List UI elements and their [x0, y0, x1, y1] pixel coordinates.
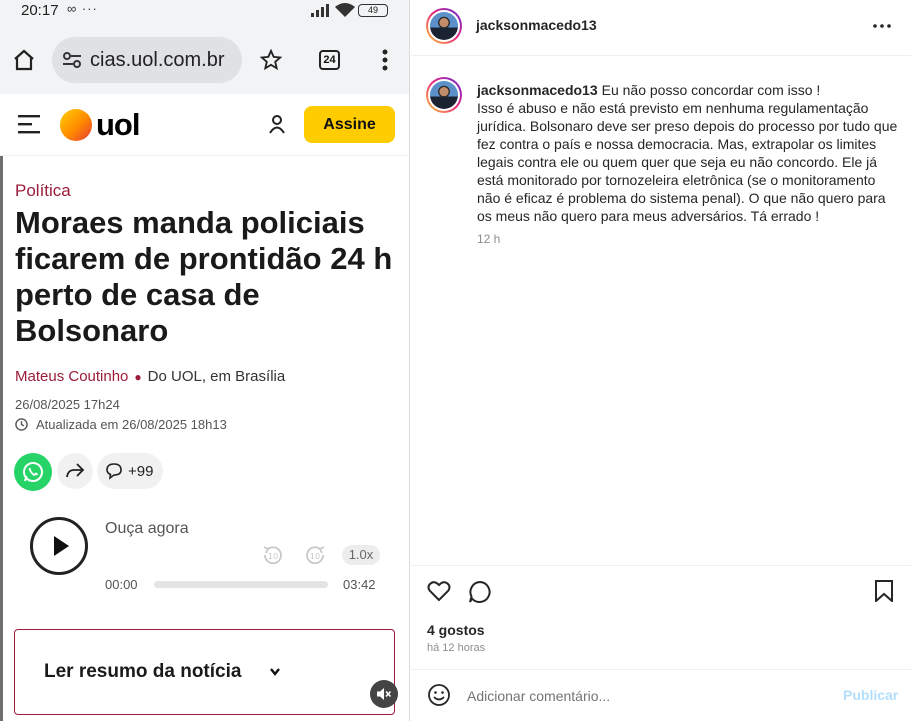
- article-source: Do UOL, em Brasília: [147, 368, 286, 385]
- audio-current-time: 00:00: [105, 577, 138, 592]
- uol-logo-text: uol: [96, 107, 140, 142]
- playback-speed-button[interactable]: 1.0x: [342, 545, 380, 565]
- rewind-10-icon[interactable]: 10: [262, 544, 284, 566]
- subscribe-button[interactable]: Assine: [304, 106, 395, 143]
- summary-expander[interactable]: Ler resumo da notícia: [14, 629, 395, 715]
- comment-avatar[interactable]: [426, 77, 462, 113]
- more-options-icon[interactable]: [873, 24, 891, 28]
- browser-menu-icon[interactable]: [376, 48, 394, 72]
- menu-icon[interactable]: [18, 114, 40, 134]
- signal-icon: [311, 4, 329, 17]
- forward-10-icon[interactable]: 10: [304, 544, 326, 566]
- article-author[interactable]: Mateus Coutinho: [15, 368, 128, 385]
- instagram-post-panel: jacksonmacedo13 jacksonmacedo13 Eu não po…: [411, 0, 911, 721]
- home-icon[interactable]: [12, 48, 36, 72]
- share-button[interactable]: [57, 453, 93, 489]
- audio-label: Ouça agora: [105, 520, 189, 537]
- comment-text: Eu não posso concordar com isso ! Isso é…: [477, 82, 898, 224]
- avatar-photo: [430, 12, 458, 40]
- article-category[interactable]: Política: [15, 181, 71, 201]
- chevron-down-icon: [270, 668, 280, 676]
- tab-switcher-button[interactable]: 24: [319, 50, 340, 70]
- user-icon[interactable]: [268, 114, 286, 134]
- muted-speaker-icon: [377, 688, 392, 700]
- whatsapp-share-button[interactable]: [14, 453, 52, 491]
- article-updated: Atualizada em 26/08/2025 18h13: [15, 417, 227, 432]
- audio-progress-bar[interactable]: [154, 581, 328, 588]
- article-headline: Moraes manda policiais ficarem de pronti…: [15, 205, 393, 348]
- clock-icon: [15, 418, 28, 431]
- comment-username[interactable]: jacksonmacedo13: [477, 82, 598, 98]
- play-icon: [54, 536, 69, 556]
- status-bar: 20:17 ∞ ··· 49: [0, 0, 409, 22]
- article-updated-text: Atualizada em 26/08/2025 18h13: [36, 417, 227, 432]
- post-actions: 4 gostos há 12 horas: [411, 565, 911, 669]
- article-published-date: 26/08/2025 17h24: [15, 397, 120, 412]
- post-header: jacksonmacedo13: [411, 0, 911, 56]
- status-time: 20:17: [21, 2, 59, 19]
- article-byline: Mateus Coutinho ● Do UOL, em Brasília: [15, 368, 285, 385]
- comment-count: +99: [128, 462, 154, 480]
- battery-icon: 49: [358, 4, 388, 17]
- bookmark-icon[interactable]: [874, 580, 894, 602]
- browser-toolbar: cias.uol.com.br 24: [0, 22, 409, 94]
- uol-logo[interactable]: uol: [60, 107, 140, 143]
- site-settings-icon[interactable]: [62, 51, 82, 69]
- emoji-icon[interactable]: [427, 683, 451, 707]
- audio-duration: 03:42: [343, 577, 376, 592]
- byline-separator: ●: [134, 370, 142, 384]
- site-header: uol Assine: [0, 94, 409, 156]
- comments-button[interactable]: +99: [97, 453, 163, 489]
- summary-label: Ler resumo da notícia: [44, 661, 242, 682]
- likes-count[interactable]: 4 gostos: [427, 622, 485, 638]
- like-heart-icon[interactable]: [427, 580, 451, 602]
- post-timestamp: há 12 horas: [427, 642, 486, 654]
- publish-button[interactable]: Publicar: [843, 687, 898, 703]
- bookmark-star-icon[interactable]: [260, 49, 282, 71]
- comment-input[interactable]: [467, 684, 827, 708]
- uol-logo-mark: [60, 109, 92, 141]
- comment-time: 12 h: [477, 232, 501, 246]
- post-author-username[interactable]: jacksonmacedo13: [476, 17, 597, 33]
- post-comments: jacksonmacedo13 Eu não posso concordar co…: [411, 57, 911, 565]
- svg-text:10: 10: [310, 552, 320, 561]
- whatsapp-icon: [23, 462, 43, 482]
- address-bar[interactable]: cias.uol.com.br: [52, 37, 242, 83]
- svg-text:10: 10: [268, 552, 278, 561]
- audio-play-button[interactable]: [30, 517, 88, 575]
- phone-screenshot: 20:17 ∞ ··· 49 cias.uol.com.br 24 uol As…: [0, 0, 410, 721]
- url-text: cias.uol.com.br: [90, 49, 225, 71]
- comment-icon: [106, 463, 122, 480]
- avatar-photo: [430, 81, 458, 109]
- avatar[interactable]: [426, 8, 462, 44]
- comment-body: jacksonmacedo13 Eu não posso concordar co…: [477, 81, 902, 225]
- add-comment-bar: Publicar: [411, 669, 911, 721]
- comment-bubble-icon[interactable]: [468, 580, 492, 604]
- share-icon: [66, 463, 85, 478]
- wifi-icon: [335, 3, 355, 17]
- status-extra: ∞ ···: [67, 1, 98, 16]
- mute-button[interactable]: [370, 680, 398, 708]
